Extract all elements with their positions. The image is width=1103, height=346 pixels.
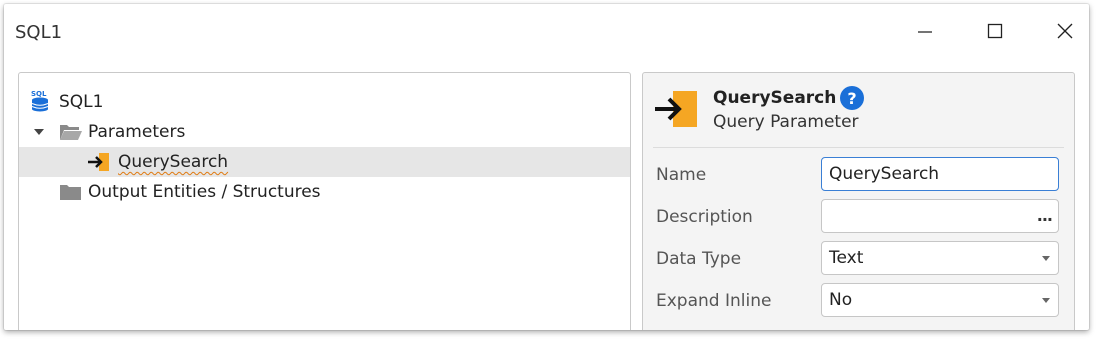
tree-item-label: SQL1 — [59, 92, 104, 112]
minimize-icon — [918, 31, 932, 33]
folder-icon — [59, 182, 83, 202]
title-bar: SQL1 — [4, 4, 1089, 56]
folder-open-icon — [59, 122, 83, 142]
input-parameter-icon — [88, 153, 112, 171]
dialog-window: SQL1 SQL SQL1 Parameters QuerySearch Out… — [4, 4, 1089, 330]
tree-item-parameters[interactable]: Parameters — [19, 117, 630, 147]
chevron-down-icon — [1042, 298, 1050, 303]
ellipsis-button[interactable]: ... — [1037, 206, 1053, 225]
close-button[interactable] — [1042, 14, 1088, 48]
tree-item-label: Output Entities / Structures — [88, 182, 321, 202]
element-tree: SQL SQL1 Parameters QuerySearch Output E… — [18, 72, 631, 330]
data-type-label: Data Type — [656, 249, 742, 269]
minimize-button[interactable] — [902, 14, 948, 48]
tree-item-querysearch[interactable]: QuerySearch — [19, 147, 630, 177]
maximize-button[interactable] — [972, 14, 1018, 48]
close-icon — [1057, 23, 1073, 39]
maximize-icon — [987, 23, 1003, 39]
expand-inline-dropdown[interactable]: No — [821, 283, 1059, 317]
svg-text:SQL: SQL — [31, 90, 47, 98]
tree-item-sql1[interactable]: SQL SQL1 — [19, 87, 630, 117]
input-parameter-icon — [655, 91, 699, 131]
help-icon[interactable]: ? — [840, 86, 864, 110]
tree-item-label: Parameters — [88, 122, 186, 142]
window-title: SQL1 — [15, 22, 63, 43]
description-label: Description — [656, 207, 753, 227]
description-input[interactable] — [829, 206, 1058, 226]
data-type-value: Text — [829, 248, 864, 268]
sql-database-icon: SQL — [31, 89, 51, 113]
expand-inline-value: No — [829, 290, 853, 310]
element-type: Query Parameter — [713, 112, 859, 132]
tree-item-label: QuerySearch — [118, 152, 229, 172]
data-type-dropdown[interactable]: Text — [821, 241, 1059, 275]
expand-inline-label: Expand Inline — [656, 291, 772, 311]
properties-panel: QuerySearch ? Query Parameter Name Descr… — [642, 72, 1075, 330]
name-field[interactable] — [821, 157, 1059, 191]
name-label: Name — [656, 165, 707, 185]
tree-item-output-entities[interactable]: Output Entities / Structures — [19, 177, 630, 207]
divider — [653, 147, 1064, 148]
expand-triangle-icon[interactable] — [33, 126, 45, 138]
description-field[interactable]: ... — [821, 199, 1059, 233]
chevron-down-icon — [1042, 256, 1050, 261]
name-input[interactable] — [829, 164, 1058, 184]
element-name: QuerySearch — [713, 88, 837, 108]
